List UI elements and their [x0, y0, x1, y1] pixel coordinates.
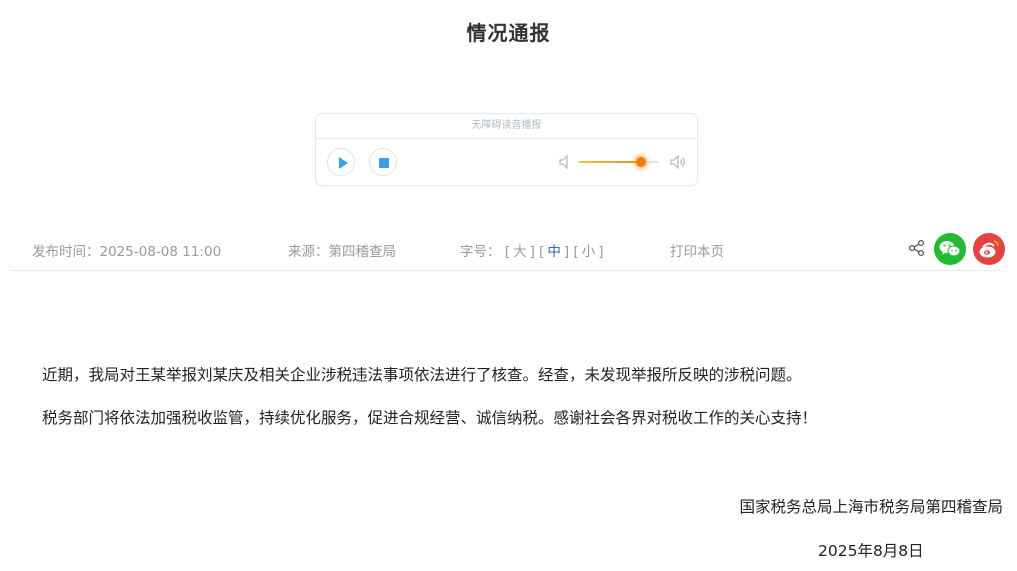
volume-fill: [579, 161, 642, 163]
wechat-icon: [939, 241, 961, 257]
source-label: 来源：: [288, 244, 329, 260]
font-size-large-link[interactable]: 大: [513, 244, 527, 260]
article-meta-bar: 发布时间：2025-08-08 11:00 来源：第四稽查局 字号： [大] […: [10, 230, 1005, 271]
wechat-share-button[interactable]: [934, 233, 966, 265]
weibo-icon: [979, 240, 999, 258]
stop-icon: [379, 158, 389, 168]
stop-button[interactable]: [369, 148, 397, 176]
print-link[interactable]: 打印本页: [670, 240, 724, 260]
audio-player: 无障碍读音播报: [315, 113, 698, 186]
font-size-medium-link[interactable]: 中: [547, 244, 561, 260]
signature-date: 2025年8月8日: [818, 542, 924, 560]
font-size-switcher: 字号： [大] [中] [小]: [460, 244, 604, 260]
content-paragraph: 税务部门将依法加强税收监管，持续优化服务，促进合规经营、诚信纳税。感谢社会各界对…: [42, 409, 818, 427]
share-icon[interactable]: [908, 239, 926, 257]
publish-time-label: 发布时间：: [32, 244, 100, 260]
volume-slider[interactable]: [579, 157, 659, 167]
weibo-share-button[interactable]: [973, 233, 1005, 265]
player-header-label: 无障碍读音播报: [316, 114, 697, 139]
source-value: 第四稽查局: [328, 244, 397, 260]
page-title: 情况通报: [466, 21, 551, 45]
content-paragraph: 近期，我局对王某举报刘某庆及相关企业涉税违法事项依法进行了核查。经查，未发现举报…: [42, 366, 802, 384]
signature-organization: 国家税务总局上海市税务局第四稽查局: [739, 498, 1003, 516]
play-button[interactable]: [327, 148, 355, 176]
font-size-label: 字号：: [460, 244, 501, 260]
volume-high-icon[interactable]: [669, 154, 687, 170]
article-source: 来源：第四稽查局: [288, 240, 396, 260]
volume-knob[interactable]: [636, 157, 647, 167]
volume-low-icon[interactable]: [558, 154, 572, 170]
play-icon: [339, 157, 348, 169]
publish-time-value: 2025-08-08 11:00: [99, 244, 222, 260]
font-size-small-link[interactable]: 小: [582, 244, 596, 260]
publish-time: 发布时间：2025-08-08 11:00: [32, 240, 221, 260]
